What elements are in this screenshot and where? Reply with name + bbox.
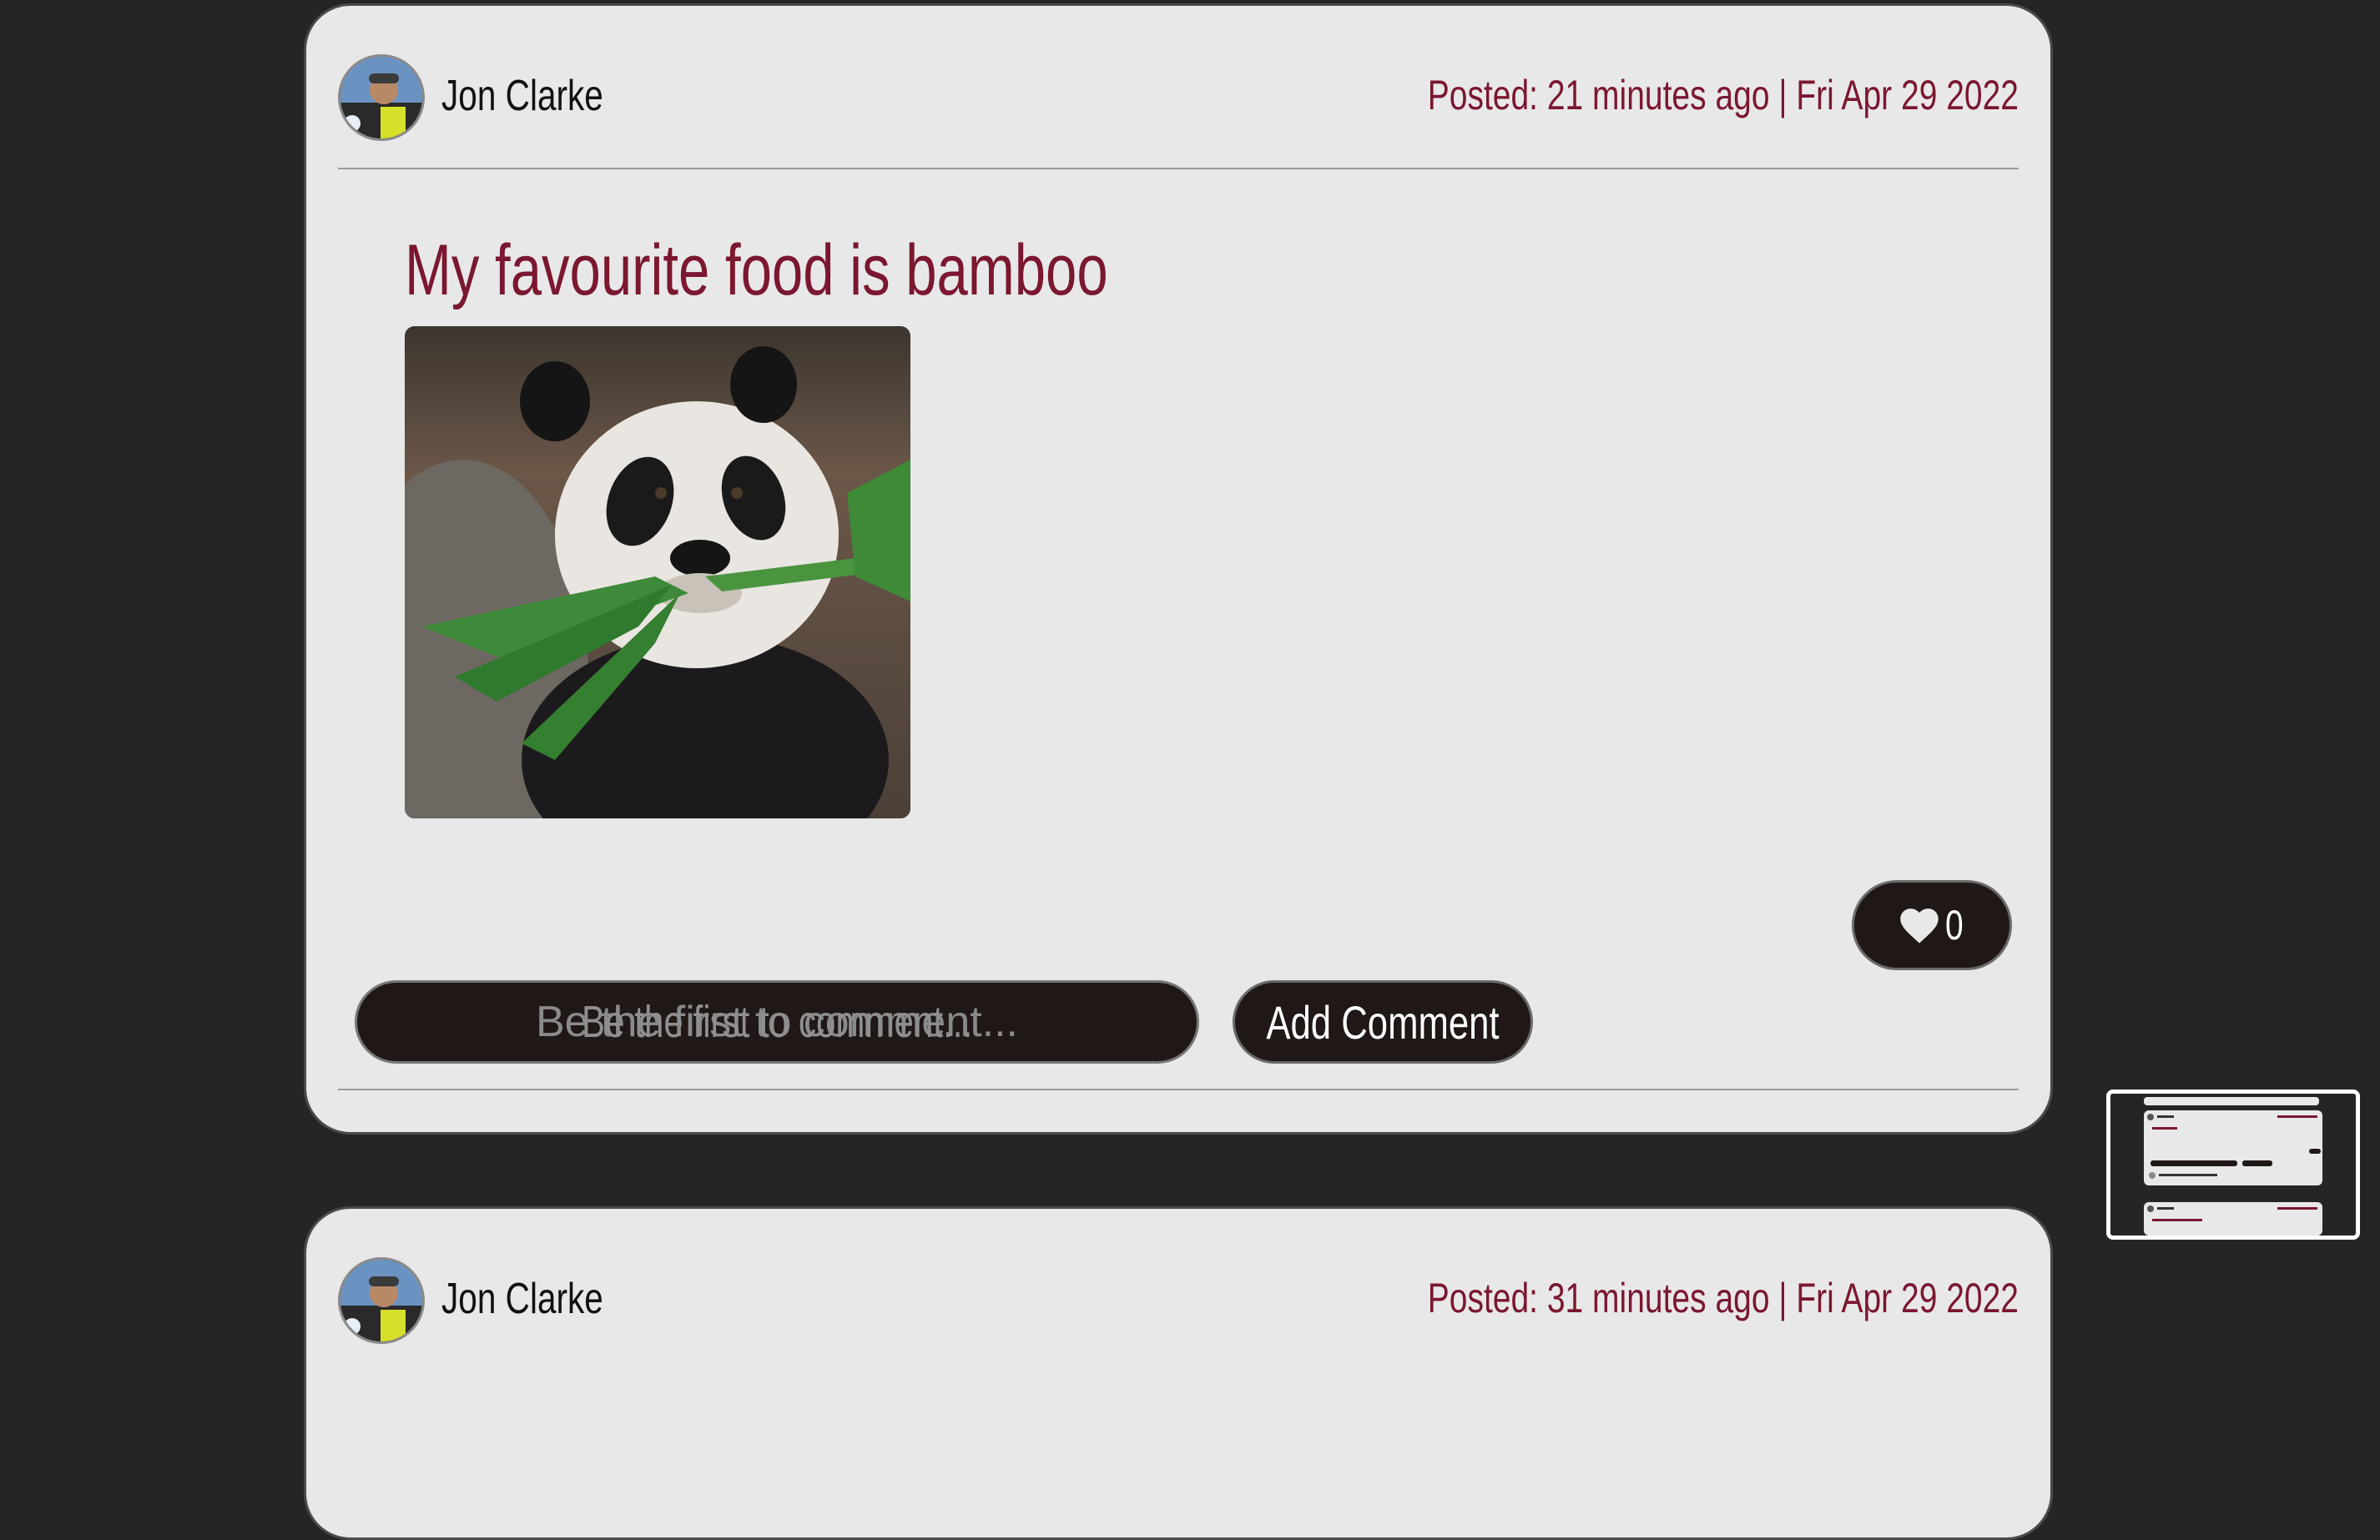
heart-icon (1900, 908, 1939, 944)
post-card: Jon Clarke Posted: 31 minutes ago | Fri … (304, 1206, 2053, 1540)
author-name: Jon Clarke (441, 72, 603, 120)
post-image (405, 326, 910, 818)
post-timestamp: Posted: 21 minutes ago | Fri Apr 29 2022 (1427, 72, 2019, 118)
page-preview-thumbnail[interactable] (2106, 1090, 2360, 1240)
add-comment-label: Add Comment (1266, 995, 1500, 1049)
author-avatar[interactable] (338, 54, 425, 141)
author-name: Jon Clarke (441, 1275, 603, 1323)
post-card: Jon Clarke Posted: 21 minutes ago | Fri … (304, 3, 2053, 1135)
author-avatar[interactable] (338, 1257, 425, 1344)
like-button[interactable]: 0 (1852, 880, 2012, 970)
post-timestamp: Posted: 31 minutes ago | Fri Apr 29 2022 (1427, 1275, 2019, 1321)
footer-divider (338, 1089, 2019, 1090)
header-divider (338, 168, 2019, 169)
comment-input[interactable] (355, 980, 1199, 1064)
post-title: My favourite food is bamboo (405, 230, 1108, 310)
add-comment-button[interactable]: Add Comment (1233, 980, 1533, 1064)
like-count: 0 (1945, 902, 1964, 949)
